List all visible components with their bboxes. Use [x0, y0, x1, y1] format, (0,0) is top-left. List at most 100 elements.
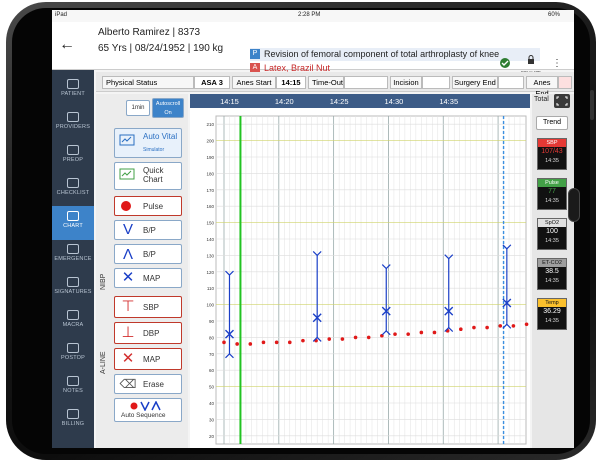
- nibp-map-button[interactable]: ✕ MAP: [114, 268, 182, 288]
- pulse-point: [472, 325, 476, 330]
- map-x-icon: ✕: [121, 269, 135, 286]
- anes-start-value[interactable]: 14:15: [276, 76, 306, 89]
- chart-icon: [67, 211, 79, 221]
- incision-label: Incision: [390, 76, 422, 89]
- auto-sequence-button[interactable]: Auto Sequence: [114, 398, 182, 422]
- time-header: [190, 94, 530, 108]
- pulse-point: [261, 340, 266, 345]
- sidebar-item-patient[interactable]: PATIENT: [52, 74, 94, 108]
- sidebar-item-chart[interactable]: CHART: [52, 206, 94, 240]
- anes-end-label: Anes End: [526, 76, 558, 98]
- y-tick-label: 210: [206, 122, 214, 127]
- timeout-value[interactable]: [344, 76, 388, 89]
- sbp-label: SBP: [143, 303, 160, 312]
- lock-icon: [528, 55, 534, 64]
- pulse-label: Pulse: [143, 202, 164, 211]
- pulse-point: [511, 324, 516, 328]
- pulse-point: [248, 342, 253, 346]
- physical-status-value[interactable]: ASA 3: [194, 76, 230, 89]
- bp-diastolic-button[interactable]: Λ B/P: [114, 244, 182, 264]
- auto-sequence-label: Auto Sequence: [121, 412, 166, 419]
- surgery-end-label: Surgery End: [452, 76, 498, 89]
- sidebar-item-label: SIGNATURES: [54, 289, 92, 295]
- auto-vital-button[interactable]: Auto Vital Simulator: [114, 128, 182, 158]
- sbp-button[interactable]: ⊤ SBP: [114, 296, 182, 318]
- quick-chart-button[interactable]: Quick Chart: [114, 162, 182, 190]
- incision-value[interactable]: [422, 76, 450, 89]
- sidebar-item-label: CHECKLIST: [56, 190, 90, 196]
- y-tick-label: 80: [209, 335, 215, 340]
- notes-icon: [67, 376, 79, 386]
- vital-box-spo2[interactable]: SpO2 100 14:35: [537, 218, 567, 250]
- sidebar-item-label: MACRA: [62, 322, 84, 328]
- sidebar-item-postop[interactable]: POSTOP: [52, 338, 94, 372]
- dbp-label: DBP: [143, 329, 160, 338]
- erase-button[interactable]: ⌫ Erase: [114, 374, 182, 394]
- map-label: MAP: [143, 274, 161, 283]
- sidebar-item-signatures[interactable]: SIGNATURES: [52, 272, 94, 306]
- dbp-inverted-t-icon: ⊥: [121, 324, 135, 341]
- quick-chart-icon: [119, 168, 135, 180]
- home-button[interactable]: [568, 188, 580, 222]
- back-button[interactable]: ←: [56, 34, 78, 56]
- vital-label: Temp: [538, 299, 566, 307]
- vital-time: 14:35: [545, 278, 559, 284]
- vital-box-etco2[interactable]: ET-CO2 38.5 14:35: [537, 258, 567, 290]
- bp-down-label: B/P: [143, 226, 156, 235]
- chart-controls: 1min Autoscroll On Auto Vital Simulator …: [96, 94, 188, 448]
- y-tick-label: 160: [206, 204, 214, 209]
- side-button: [590, 90, 594, 120]
- surgery-end-value[interactable]: [498, 76, 524, 89]
- bp-up-label: B/P: [143, 250, 156, 259]
- network-status-icon: [500, 58, 510, 68]
- y-tick-label: 180: [206, 171, 214, 176]
- anes-start-label: Anes Start: [232, 76, 276, 89]
- sidebar-item-emergence[interactable]: EMERGENCE: [52, 239, 94, 273]
- vital-time: 14:35: [545, 238, 559, 244]
- expand-icon: [556, 96, 568, 106]
- vital-label: ET-CO2: [538, 259, 566, 267]
- anes-end-value[interactable]: [558, 76, 572, 89]
- interval-button[interactable]: 1min: [126, 100, 150, 116]
- pulse-point: [419, 330, 424, 335]
- aline-map-button[interactable]: ✕ MAP: [114, 348, 182, 370]
- x-tick-label: 14:20: [275, 97, 294, 106]
- signatures-icon: [67, 277, 79, 287]
- sidebar-item-billing[interactable]: BILLING: [52, 404, 94, 438]
- chart-canvas[interactable]: 210 200 190 180 170 160 150 140 130 120 110 100 90 80…: [190, 94, 530, 448]
- vitals-chart[interactable]: 210 200 190 180 170 160 150 140 130 120 110 100 90 80…: [190, 94, 530, 448]
- pulse-point: [366, 335, 371, 340]
- dbp-button[interactable]: ⊥ DBP: [114, 322, 182, 344]
- trend-button[interactable]: Trend: [536, 116, 568, 130]
- vital-box-sbp[interactable]: SBP 107/43 14:35: [537, 138, 567, 170]
- procedure-text: Revision of femoral component of total a…: [264, 49, 500, 59]
- sequence-icons: [130, 401, 161, 411]
- sidebar-item-providers[interactable]: PROVIDERS: [52, 107, 94, 141]
- more-menu-icon[interactable]: ⋮: [552, 58, 562, 69]
- bp-systolic-button[interactable]: V B/P: [114, 220, 182, 240]
- finalize-button[interactable]: FINALIZE: [520, 52, 542, 75]
- timeout-label: Time-Out: [308, 76, 344, 89]
- autoscroll-button[interactable]: Autoscroll On: [152, 98, 184, 118]
- x-tick-label: 14:30: [385, 97, 404, 106]
- sidebar-item-macra[interactable]: MACRA: [52, 305, 94, 339]
- aline-section-label: A-LINE: [100, 351, 107, 374]
- pulse-point: [235, 342, 239, 346]
- fullscreen-button[interactable]: [554, 94, 570, 108]
- vital-value: 100: [546, 228, 558, 235]
- sidebar-item-label: CHART: [63, 223, 83, 229]
- x-tick-label: 14:25: [330, 97, 349, 106]
- sidebar-nav: PATIENT PROVIDERS PREOP CHECKLIST CHART EMERG…: [52, 70, 94, 448]
- vital-box-temp[interactable]: Temp 36.29 14:35: [537, 298, 567, 330]
- vital-label: SpO2: [538, 219, 566, 227]
- vital-box-pulse[interactable]: Pulse 77 14:35: [537, 178, 567, 210]
- vital-value: 36.29: [543, 308, 561, 315]
- pulse-button[interactable]: Pulse: [114, 196, 182, 216]
- emergence-icon: [67, 244, 79, 254]
- patient-demographics: 65 Yrs | 08/24/1952 | 190 kg: [98, 43, 224, 54]
- sidebar-item-preop[interactable]: PREOP: [52, 140, 94, 174]
- sidebar-item-notes[interactable]: NOTES: [52, 371, 94, 405]
- procedure-bar: P Revision of femoral component of total…: [250, 48, 540, 61]
- sidebar-item-checklist[interactable]: CHECKLIST: [52, 173, 94, 207]
- sidebar-item-label: NOTES: [63, 388, 83, 394]
